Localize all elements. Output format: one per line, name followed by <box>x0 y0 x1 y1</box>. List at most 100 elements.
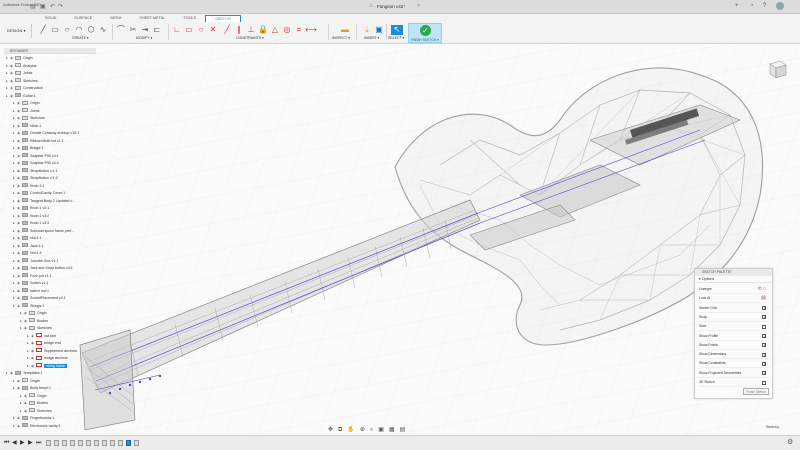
browser-item[interactable]: ▸ ◉ Strings:1 <box>13 303 44 311</box>
browser-header[interactable]: BROWSER <box>4 48 96 54</box>
browser-item[interactable]: ▸ ◉ Tangent Body 2 Updated v... <box>13 198 75 206</box>
browser-item[interactable]: ▸ ◉ StrapButton v:1:1 <box>13 168 58 176</box>
perpendicular-icon[interactable]: ⊥ <box>246 25 256 35</box>
browser-item[interactable]: ▸ ◉ Junction Box v1:1 <box>13 258 58 266</box>
checkbox[interactable] <box>762 380 766 385</box>
palette-option[interactable]: Show Profile <box>699 332 769 341</box>
palette-header[interactable]: SKETCH PALETTE <box>695 269 772 276</box>
checkbox[interactable] <box>762 343 767 348</box>
pan-icon[interactable]: ✋ <box>347 426 354 434</box>
browser-item[interactable]: ▸ ◉ Electronics cavity:1 <box>13 423 61 431</box>
browser-item[interactable]: ▸ ◉ Fingerboards:1 <box>13 415 54 423</box>
browser-item[interactable]: ▸ ◉ bridge end <box>27 340 61 348</box>
palette-option[interactable]: Sketch Grid <box>699 304 769 313</box>
tab-sheet-metal[interactable]: SHEET METAL <box>130 15 174 22</box>
smooth-icon[interactable]: ◎ <box>282 25 292 35</box>
tab-mesh[interactable]: MESH <box>101 15 130 22</box>
lock-icon[interactable]: 🔒 <box>258 25 268 35</box>
browser-item[interactable]: ▸ ◉ Origin <box>20 393 47 401</box>
checkbox[interactable] <box>762 315 767 320</box>
notification-icon[interactable]: ◔ <box>750 3 754 9</box>
insert-icon[interactable]: ⇣ <box>362 25 372 35</box>
fillet-icon[interactable]: ⌒ <box>116 25 126 35</box>
create-group-label[interactable]: CREATE ▾ <box>72 36 89 40</box>
go-to-end-icon[interactable]: ⏭ <box>36 440 41 447</box>
coincident-icon[interactable]: ∟ <box>172 25 182 35</box>
help-icon[interactable]: ? <box>763 3 766 9</box>
palette-option[interactable]: Snap <box>699 313 769 322</box>
browser-item[interactable]: ▸ ◉ Body templ:1 <box>13 385 51 393</box>
palette-options-section[interactable]: ▾ Options <box>695 276 772 283</box>
browser-item[interactable]: ▸ ◉ Origin <box>20 310 47 318</box>
palette-option[interactable]: Linetype ⟲ ○ <box>699 285 769 294</box>
browser-item[interactable]: ▸ ◉ Joints <box>13 108 39 116</box>
checkbox[interactable] <box>762 324 766 329</box>
timeline-feature[interactable] <box>126 440 131 446</box>
browser-item[interactable]: ▸ ◉ ControlCavity Cover:1 <box>13 190 65 198</box>
display-settings-icon[interactable]: ▣ <box>378 426 384 434</box>
browser-item[interactable]: ▸ ◉ SocketPlacement v2:1 <box>13 295 66 303</box>
browser-item[interactable]: ▸ ◉ Sonuvarrsjonic frame pref... <box>13 228 74 236</box>
palette-option[interactable]: Slice <box>699 322 769 332</box>
browser-item[interactable]: ▸ ◉ Templates:1 <box>6 370 42 378</box>
arc-icon[interactable]: ◠ <box>74 25 84 35</box>
browser-item[interactable]: ▸ ◉ Nut:1:1 <box>13 235 42 243</box>
browser-item[interactable]: ▸ ◉ Bodies <box>20 400 48 408</box>
timeline-feature[interactable] <box>46 440 51 446</box>
browser-item[interactable]: ▸ ◉ Neck:1 <box>13 123 41 131</box>
timeline-feature[interactable] <box>70 440 75 446</box>
concentric-icon[interactable]: ○ <box>196 25 206 35</box>
tangent-icon[interactable]: △ <box>270 25 280 35</box>
palette-option[interactable]: 3D Sketch <box>699 378 769 387</box>
look-at-icon[interactable]: ▤ <box>761 296 766 301</box>
collinear-icon[interactable]: ▭ <box>184 25 194 35</box>
browser-item[interactable]: ▸ ◉ Sketches <box>6 78 38 86</box>
browser-item[interactable]: ▸ ◉ Jack and Strap button v3:1 <box>13 265 73 273</box>
undo-icon[interactable]: ↶ <box>50 4 56 10</box>
settings-icon[interactable]: ⚙ <box>787 439 793 447</box>
browser-item[interactable]: ▸ ◉ StrapButton v:1:2 <box>13 175 58 183</box>
select-icon[interactable]: ↖ <box>391 25 403 35</box>
polygon-icon[interactable]: ⬡ <box>86 25 96 35</box>
fix-icon[interactable]: ╱ <box>222 25 232 35</box>
constraints-group-label[interactable]: CONSTRAINTS ▾ <box>236 36 264 40</box>
browser-item[interactable]: ▸ ◉ Sketches <box>20 408 52 416</box>
palette-option[interactable]: Show Projected Geometries <box>699 369 769 378</box>
browser-item[interactable]: ▸ ◉ Joints <box>6 70 32 78</box>
insert-group-label[interactable]: INSERT ▾ <box>364 36 379 40</box>
browser-item[interactable]: ▸ ◉ Fuzz pot v1:1 <box>13 273 52 281</box>
browser-item[interactable]: ▸ ◉ Origin <box>13 378 40 386</box>
linetype-icon[interactable]: ⟲ ○ <box>757 287 766 292</box>
offset-icon[interactable]: ⊏ <box>152 25 162 35</box>
palette-finish-sketch-button[interactable]: Finish Sketch <box>743 388 769 395</box>
close-icon[interactable]: × <box>417 3 420 9</box>
file-icon[interactable]: ▤ <box>30 4 36 10</box>
browser-item[interactable]: ▸ ◉ Soapbar P90 v4:2 <box>13 160 59 168</box>
browser-item[interactable]: ▸ ◉ Sketches <box>13 115 45 123</box>
tab-surface[interactable]: SURFACE <box>65 15 101 22</box>
checkbox[interactable] <box>762 361 767 366</box>
timeline-feature[interactable] <box>118 440 123 446</box>
browser-item[interactable]: ▸ ◉ Origin <box>13 100 40 108</box>
symmetry-icon[interactable]: ⟷ <box>305 25 316 35</box>
step-back-icon[interactable]: ◀ <box>12 440 17 447</box>
parallel-icon[interactable]: ∥ <box>234 25 244 35</box>
spline-icon[interactable]: ∿ <box>98 25 108 35</box>
browser-item[interactable]: ▸ ◉ Knob:1:1 <box>13 183 44 191</box>
browser-item[interactable]: ▸ ◉ string frame <box>27 363 67 371</box>
grid-icon[interactable]: ▦ <box>389 426 395 434</box>
timeline-feature[interactable] <box>86 440 91 446</box>
browser-item[interactable]: ▸ ◉ Analysis <box>6 63 36 71</box>
rectangle-icon[interactable]: ▭ <box>50 25 60 35</box>
look-at-icon[interactable]: ⧉ <box>338 426 342 434</box>
browser-item[interactable]: ▸ ◉ Knob:1 v3:1 <box>13 205 49 213</box>
browser-item[interactable]: ▸ ◉ nut slot <box>27 333 56 341</box>
timeline-feature[interactable] <box>110 440 115 446</box>
palette-option[interactable]: Show Constraints <box>699 359 769 369</box>
line-icon[interactable]: ╱ <box>38 25 48 35</box>
workspace-switcher[interactable]: DESIGN ▾ <box>4 24 32 38</box>
checkbox[interactable] <box>762 352 767 357</box>
timeline-feature[interactable] <box>94 440 99 446</box>
browser-item[interactable]: ▸ ◉ Nut:1:4 <box>13 250 42 258</box>
finish-sketch-button[interactable]: ✓ FINISH SKETCH ▾ <box>408 23 442 43</box>
